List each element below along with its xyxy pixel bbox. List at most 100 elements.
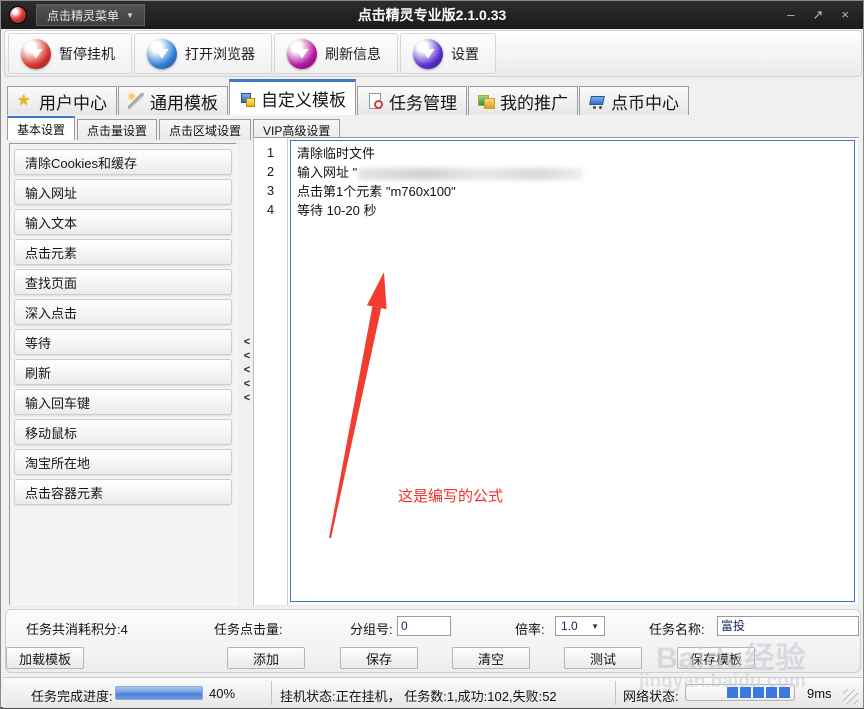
main-tab[interactable]: 点币中心 [579,86,689,115]
sub-tab-label: 点击量设置 [87,122,147,139]
app-menu-label: 点击精灵菜单 [47,7,119,24]
task-clicks-label: 任务点击量: [214,619,283,638]
action-button-row: 添加 保存 清空 测试 保存模板 加载模板 [6,647,860,669]
minimize-icon[interactable]: – [787,7,794,23]
command-button[interactable]: 输入网址 [14,179,232,205]
tab-label: 通用模板 [150,89,218,114]
action-button[interactable]: 保存 [340,647,418,669]
latency-value: 9ms [807,686,832,701]
maximize-icon[interactable]: ↗ [813,7,824,23]
network-signal-meter [685,684,795,701]
refresh-info-sphere-icon [287,39,317,69]
chevron-left-icon: < [244,379,250,390]
chevron-left-icon: < [244,337,250,348]
action-button[interactable]: 保存模板 [677,647,755,669]
script-line: 等待 10-20 秒 [297,201,848,220]
rate-dropdown[interactable]: 1.0 ▼ [555,616,605,636]
main-tab[interactable]: 任务管理 [357,86,467,115]
statusbar-divider [271,681,272,705]
toolbar-button[interactable]: 刷新信息 [274,33,398,74]
annotation-text: 这是编写的公式 [398,485,503,506]
command-button[interactable]: 深入点击 [14,299,232,325]
toolbar-button-label: 暂停挂机 [59,44,115,64]
toolbar: 暂停挂机 打开浏览器 刷新信息 设置 [4,30,862,77]
action-button[interactable]: 测试 [564,647,642,669]
chevron-left-icon: < [244,351,250,362]
sub-tab[interactable]: 点击量设置 [77,119,157,140]
action-button[interactable]: 清空 [452,647,530,669]
main-tab[interactable]: 自定义模板 [229,79,356,115]
tab-icon [589,93,605,109]
command-button[interactable]: 点击元素 [14,239,232,265]
points-consumed-value: 4 [121,622,128,637]
command-sidebar: 清除Cookies和缓存 输入网址 输入文本 点击元素 查找页面 深入点击 等待… [9,143,237,605]
command-button[interactable]: 清除Cookies和缓存 [14,149,232,175]
sub-tab[interactable]: 基本设置 [7,116,75,140]
tab-icon [128,93,144,109]
rate-label: 倍率: [515,619,545,638]
script-line: 清除临时文件 [297,144,848,163]
sub-tab[interactable]: 点击区域设置 [159,119,251,140]
close-icon[interactable]: × [841,7,849,23]
command-button[interactable]: 点击容器元素 [14,479,232,505]
sub-tab-label: 基本设置 [17,121,65,138]
main-tabstrip: 用户中心 通用模板 自定义模板 任务管理 我的推广 点币中心 [7,79,690,115]
app-menu-button[interactable]: 点击精灵菜单 ▼ [36,4,145,26]
main-tab[interactable]: 通用模板 [118,86,228,115]
progress-value: 40% [209,686,235,701]
tab-label: 点币中心 [611,89,679,114]
task-name-input[interactable]: 富投 [717,616,859,636]
toolbar-button-label: 刷新信息 [325,44,381,64]
statusbar-divider [615,681,616,705]
command-button[interactable]: 查找页面 [14,269,232,295]
command-button[interactable]: 刷新 [14,359,232,385]
main-tab[interactable]: 我的推广 [468,86,578,115]
pause-hangup-sphere-icon [21,39,51,69]
command-button[interactable]: 淘宝所在地 [14,449,232,475]
action-button[interactable]: 加载模板 [6,647,84,669]
chevron-down-icon: ▼ [126,11,134,20]
script-line: 点击第1个元素 "m760x100" [297,182,848,201]
line-number: 3 [254,181,287,200]
tab-label: 用户中心 [39,89,107,114]
action-button[interactable]: 添加 [227,647,305,669]
main-tab[interactable]: 用户中心 [7,86,117,115]
signal-bar-icon [766,687,777,698]
rate-value: 1.0 [561,619,578,633]
script-text-area[interactable]: 清除临时文件 输入网址 " 点击第1个元素 "m760x100" 等待 10-2… [290,140,855,602]
hangup-status-text: 挂机状态:正在挂机， 任务数:1,成功:102,失败:52 [280,686,557,705]
command-button[interactable]: 移动鼠标 [14,419,232,445]
toolbar-button[interactable]: 打开浏览器 [134,33,272,74]
group-number-input[interactable]: 0 [397,616,451,636]
points-consumed-label: 任务共消耗积分:4 [26,619,128,638]
script-editor-panel: 1 2 3 4 清除临时文件 输入网址 " 点击第1个元素 "m760x100"… [253,137,859,606]
line-number: 1 [254,143,287,162]
splitter-collapse-handle[interactable]: < < < < < [240,337,254,404]
toolbar-button[interactable]: 暂停挂机 [8,33,132,74]
toolbar-button[interactable]: 设置 [400,33,496,74]
tab-label: 我的推广 [500,89,568,114]
line-number-gutter: 1 2 3 4 [254,138,288,605]
tab-icon [367,93,383,109]
signal-bar-icon [779,687,790,698]
signal-bar-icon [740,687,751,698]
line-number: 2 [254,162,287,181]
group-number-label: 分组号: [350,619,393,638]
chevron-left-icon: < [244,393,250,404]
command-button[interactable]: 输入回车键 [14,389,232,415]
command-button[interactable]: 等待 [14,329,232,355]
network-status-label: 网络状态: [623,686,679,705]
app-logo-icon [9,6,27,24]
tab-label: 自定义模板 [261,86,346,111]
toolbar-button-label: 打开浏览器 [185,44,255,64]
chevron-left-icon: < [244,365,250,376]
sub-tab-label: 点击区域设置 [169,122,241,139]
resize-grip[interactable] [843,689,858,704]
task-panel: 任务共消耗积分:4 任务点击量: 分组号: 0 倍率: 1.0 ▼ 任务名称: … [5,609,861,673]
open-browser-sphere-icon [147,39,177,69]
toolbar-button-label: 设置 [451,44,479,64]
titlebar: 点击精灵菜单 ▼ 点击精灵专业版2.1.0.33 – ↗ × [1,1,863,29]
blurred-url-redaction [358,168,583,180]
settings-sphere-icon [413,39,443,69]
command-button[interactable]: 输入文本 [14,209,232,235]
